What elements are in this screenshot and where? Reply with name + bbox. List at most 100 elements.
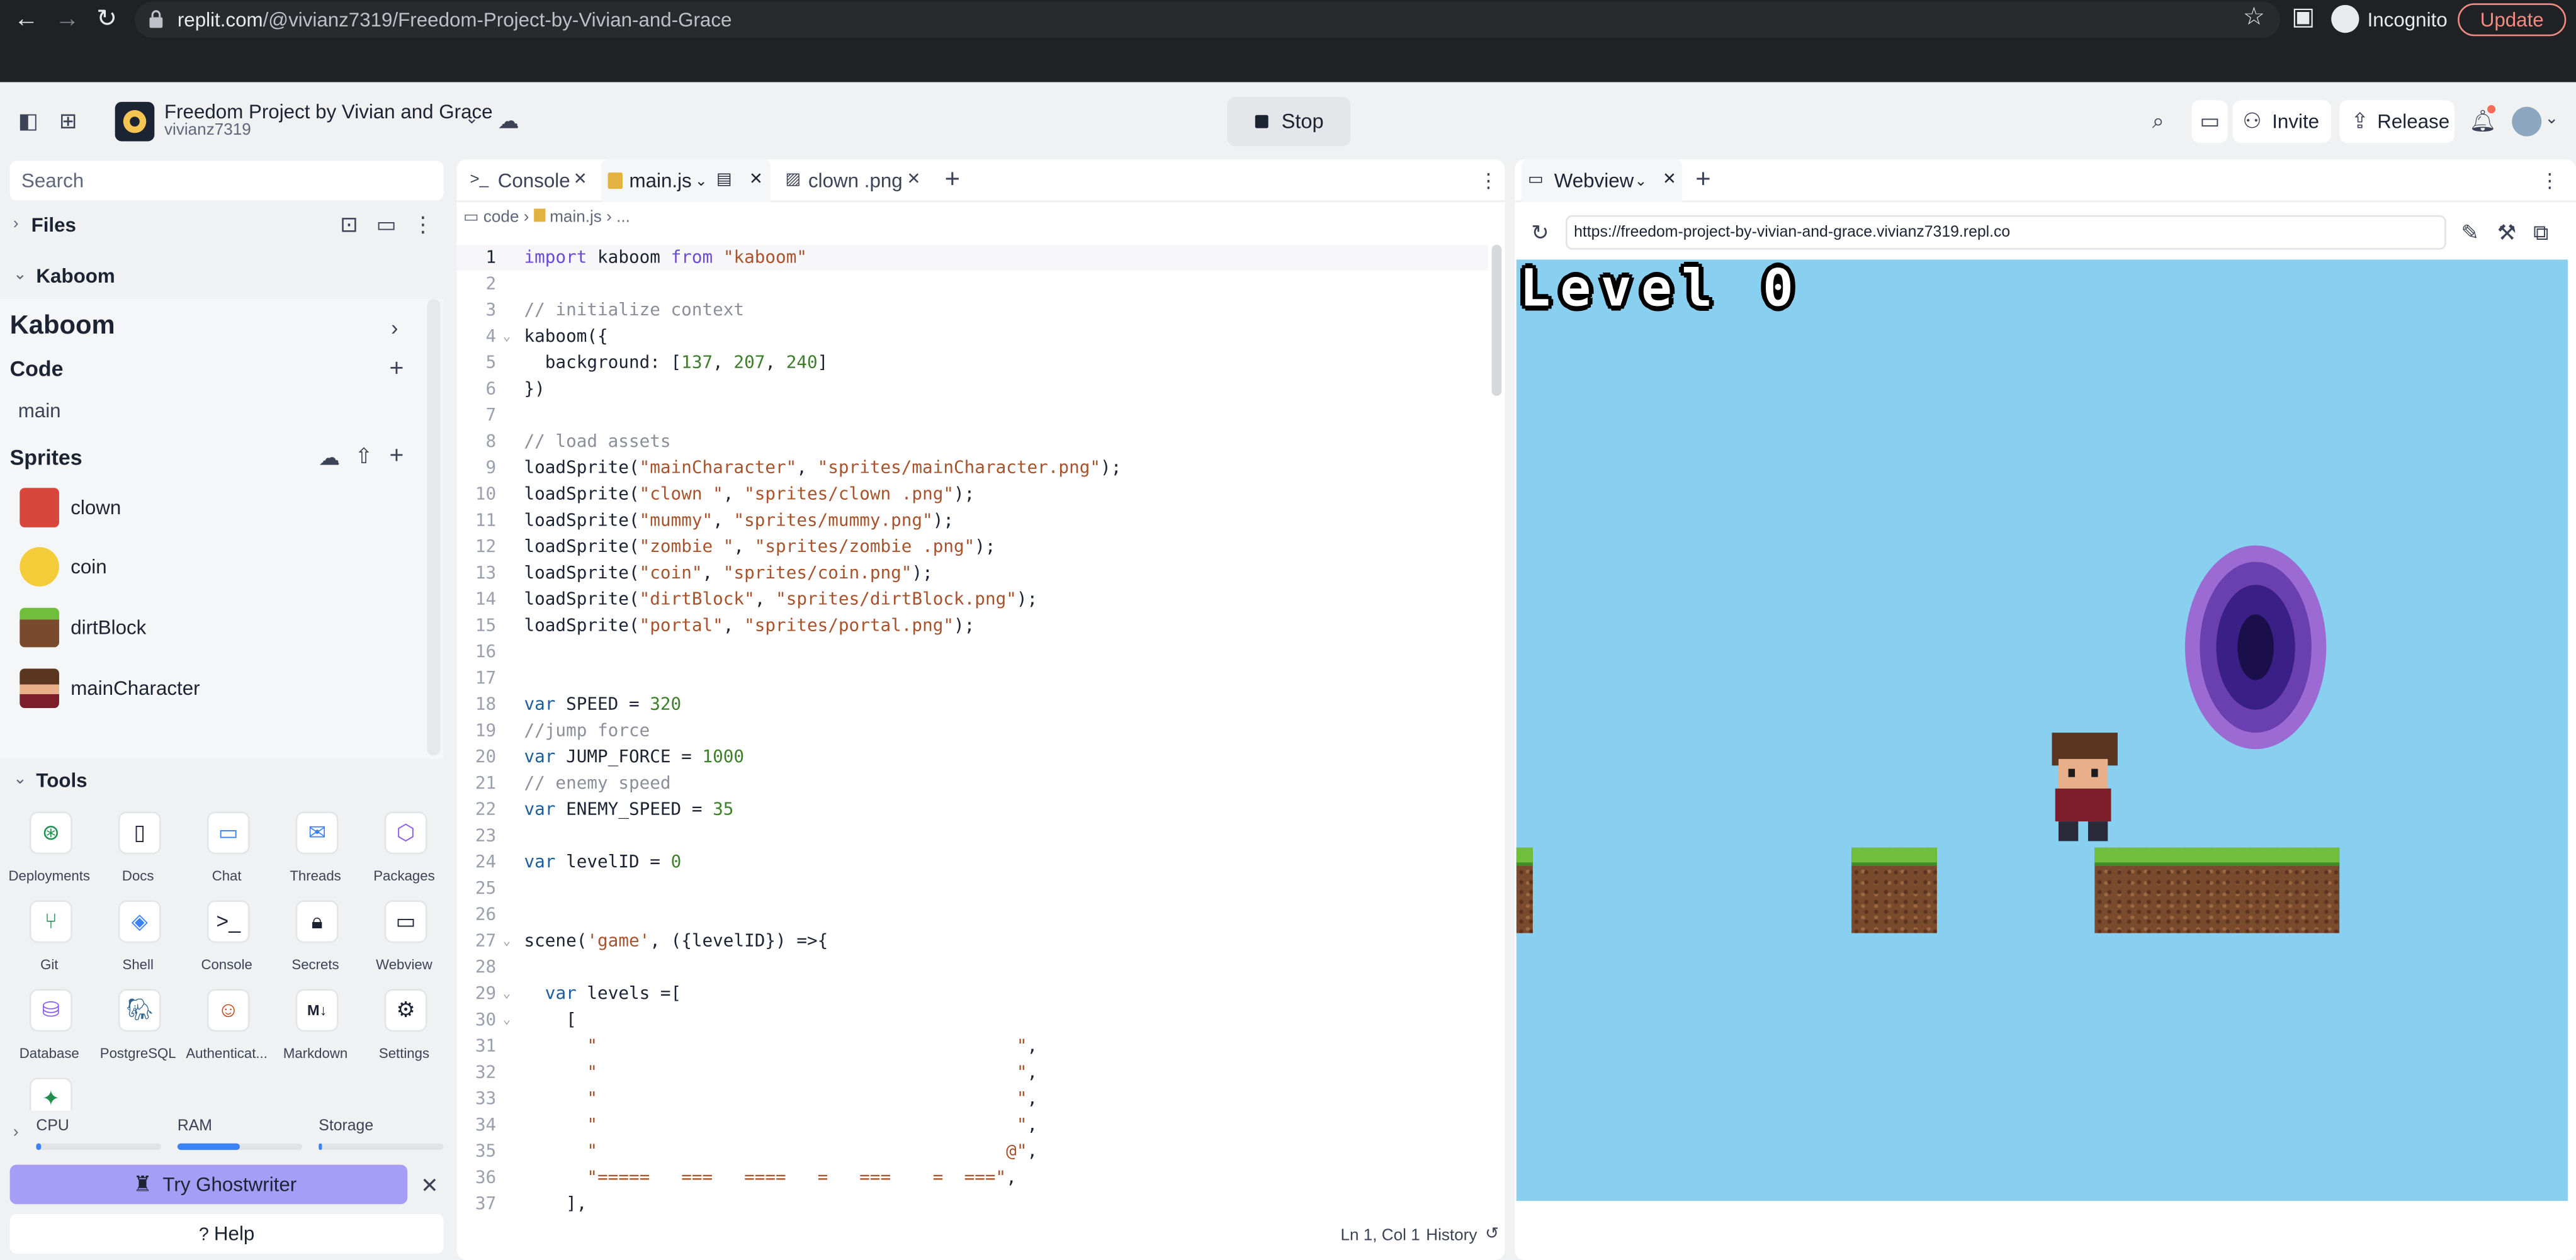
- search-icon[interactable]: ⌕: [2152, 110, 2164, 132]
- code-line[interactable]: 10 loadSprite("clown ", "sprites/clown .p…: [456, 481, 1488, 508]
- new-tab-icon[interactable]: +: [1695, 159, 1719, 202]
- code-line[interactable]: 18 var SPEED = 320: [456, 692, 1488, 718]
- tool-postgresql[interactable]: 🐘︎ PostgreSQL: [99, 989, 178, 1071]
- more-icon[interactable]: ⋮: [1479, 159, 1498, 202]
- fold-chevron-icon[interactable]: ⌄: [503, 928, 511, 955]
- code-line[interactable]: 25: [456, 875, 1488, 902]
- close-icon[interactable]: ✕: [573, 159, 587, 202]
- update-button[interactable]: Update: [2458, 3, 2567, 37]
- code-line[interactable]: 24 var levelID = 0: [456, 849, 1488, 875]
- more-icon[interactable]: ⋮: [2540, 159, 2560, 202]
- webview-url-input[interactable]: https://freedom-project-by-vivian-and-gr…: [1566, 215, 2446, 250]
- code-line[interactable]: 30 ⌄ [: [456, 1007, 1488, 1033]
- chevron-down-icon[interactable]: ⌄: [465, 111, 479, 128]
- format-icon[interactable]: ▤: [716, 159, 732, 202]
- code-line[interactable]: 5 background: [137, 207, 240]: [456, 350, 1488, 376]
- back-icon[interactable]: ←: [13, 6, 40, 33]
- code-line[interactable]: 11 loadSprite("mummy", "sprites/mummy.png…: [456, 508, 1488, 534]
- close-icon[interactable]: ✕: [421, 1174, 438, 1196]
- tool-settings[interactable]: ⚙ Settings: [364, 989, 443, 1071]
- code-line[interactable]: 7: [456, 402, 1488, 429]
- breadcrumb-item[interactable]: ...: [616, 208, 630, 227]
- chevron-down-icon[interactable]: ⌄: [1635, 159, 1647, 202]
- invite-button[interactable]: ⚇ Invite: [2232, 100, 2332, 143]
- tool-shell[interactable]: ◈ Shell: [99, 900, 178, 982]
- code-line[interactable]: 36 "===== === ==== = === = ===",: [456, 1165, 1488, 1191]
- files-section[interactable]: Files: [31, 213, 76, 237]
- add-sprite-icon[interactable]: +: [389, 444, 404, 468]
- search-input[interactable]: Search: [9, 160, 444, 201]
- breadcrumb-item[interactable]: code: [483, 208, 519, 227]
- new-file-icon[interactable]: ⊡: [340, 213, 358, 235]
- tool-database[interactable]: ⛁ Database: [10, 989, 89, 1071]
- code-line[interactable]: 35 " @",: [456, 1139, 1488, 1165]
- tool-extensions[interactable]: ✦: [10, 1077, 89, 1111]
- close-icon[interactable]: ✕: [907, 159, 921, 202]
- code-line[interactable]: 8 // load assets: [456, 429, 1488, 455]
- code-line[interactable]: 6}): [456, 376, 1488, 403]
- history-button[interactable]: History: [1426, 1227, 1477, 1246]
- code-line[interactable]: 28: [456, 955, 1488, 981]
- code-line[interactable]: 1 import kaboom from "kaboom": [456, 244, 1489, 271]
- tool-packages[interactable]: ⬡ Packages: [364, 811, 443, 894]
- code-line[interactable]: 4 ⌄ kaboom({: [456, 323, 1488, 350]
- code-line[interactable]: 20 var JUMP_FORCE = 1000: [456, 744, 1488, 770]
- code-line[interactable]: 37 ],: [456, 1191, 1488, 1217]
- chevron-down-icon[interactable]: ⌄: [695, 159, 708, 202]
- code-line[interactable]: 16: [456, 639, 1488, 665]
- tool-webview[interactable]: ▭ Webview: [364, 900, 443, 982]
- side-panel-icon[interactable]: ▣: [2290, 4, 2317, 31]
- avatar[interactable]: [2512, 106, 2542, 137]
- tool-docs[interactable]: ▯ Docs: [99, 811, 178, 894]
- project-owner[interactable]: vivianz7319: [164, 121, 251, 140]
- close-icon[interactable]: ✕: [749, 159, 763, 202]
- project-title[interactable]: Freedom Project by Vivian and Grace: [164, 100, 493, 123]
- tool-authentication[interactable]: ☺ Authenticat...: [186, 989, 268, 1071]
- workspace-menu-icon[interactable]: ⊞: [59, 110, 77, 132]
- tool-deployments[interactable]: ⊛ Deployments: [9, 811, 90, 894]
- cursor-position[interactable]: Ln 1, Col 1: [1341, 1227, 1420, 1246]
- code-line[interactable]: 21 // enemy speed: [456, 770, 1488, 797]
- chevron-down-icon[interactable]: ⌄: [2545, 111, 2558, 128]
- sidebar-scrollbar[interactable]: [427, 299, 441, 756]
- help-button[interactable]: ? Help: [9, 1213, 444, 1254]
- address-bar[interactable]: replit.com/@vivianz7319/Freedom-Project-…: [134, 1, 2281, 38]
- close-icon[interactable]: ✕: [1663, 159, 1676, 202]
- code-line[interactable]: 33 " ",: [456, 1086, 1488, 1112]
- code-line[interactable]: 19 //jump force: [456, 718, 1488, 745]
- upload-icon[interactable]: ⇧: [355, 445, 373, 466]
- profile-label[interactable]: Incognito: [2368, 8, 2448, 31]
- tab-main-js[interactable]: main.js ⌄ ▤ ✕: [601, 159, 771, 203]
- code-line[interactable]: 14 loadSprite("dirtBlock", "sprites/dirtB…: [456, 587, 1488, 613]
- tools-section[interactable]: Tools: [36, 769, 87, 792]
- code-editor[interactable]: 1 import kaboom from "kaboom" 2 3// initial…: [456, 244, 1489, 1217]
- tool-chat[interactable]: ▭ Chat: [188, 811, 266, 894]
- forward-icon[interactable]: →: [54, 6, 81, 33]
- new-tab-icon[interactable]: +: [945, 159, 968, 202]
- code-line[interactable]: 9 loadSprite("mainCharacter", "sprites/ma…: [456, 455, 1488, 481]
- chevron-down-icon[interactable]: ⌄: [13, 266, 27, 284]
- code-line[interactable]: 23: [456, 823, 1488, 850]
- kaboom-section[interactable]: Kaboom: [36, 264, 115, 288]
- add-code-icon[interactable]: +: [389, 356, 404, 381]
- sidebar-toggle-icon[interactable]: ◧: [18, 110, 38, 132]
- code-line[interactable]: 26: [456, 902, 1488, 928]
- new-folder-icon[interactable]: ▭: [376, 213, 397, 235]
- edit-icon[interactable]: ✎: [2461, 222, 2478, 243]
- tool-console[interactable]: >_ Console: [188, 900, 266, 982]
- devtools-icon[interactable]: ⚒: [2497, 222, 2516, 243]
- game-canvas[interactable]: Level 0: [1516, 259, 2568, 1201]
- more-icon[interactable]: ⋮: [412, 213, 434, 235]
- cloud-icon[interactable]: ☁: [319, 447, 340, 468]
- code-line[interactable]: 31 " ",: [456, 1033, 1488, 1060]
- chevron-right-icon[interactable]: ›: [13, 215, 19, 233]
- fold-chevron-icon[interactable]: ⌄: [503, 981, 511, 1007]
- code-line[interactable]: 17: [456, 665, 1488, 692]
- code-line[interactable]: 2: [456, 271, 1488, 298]
- reload-icon[interactable]: ↻: [1531, 222, 1549, 243]
- open-new-window-icon[interactable]: ⧉: [2533, 222, 2548, 243]
- tab-clown-png[interactable]: ▨ clown .png ✕: [782, 159, 927, 202]
- code-line[interactable]: 13 loadSprite("coin", "sprites/coin.png")…: [456, 560, 1488, 587]
- fold-chevron-icon[interactable]: ⌄: [503, 1007, 511, 1033]
- fold-chevron-icon[interactable]: ⌄: [503, 323, 511, 350]
